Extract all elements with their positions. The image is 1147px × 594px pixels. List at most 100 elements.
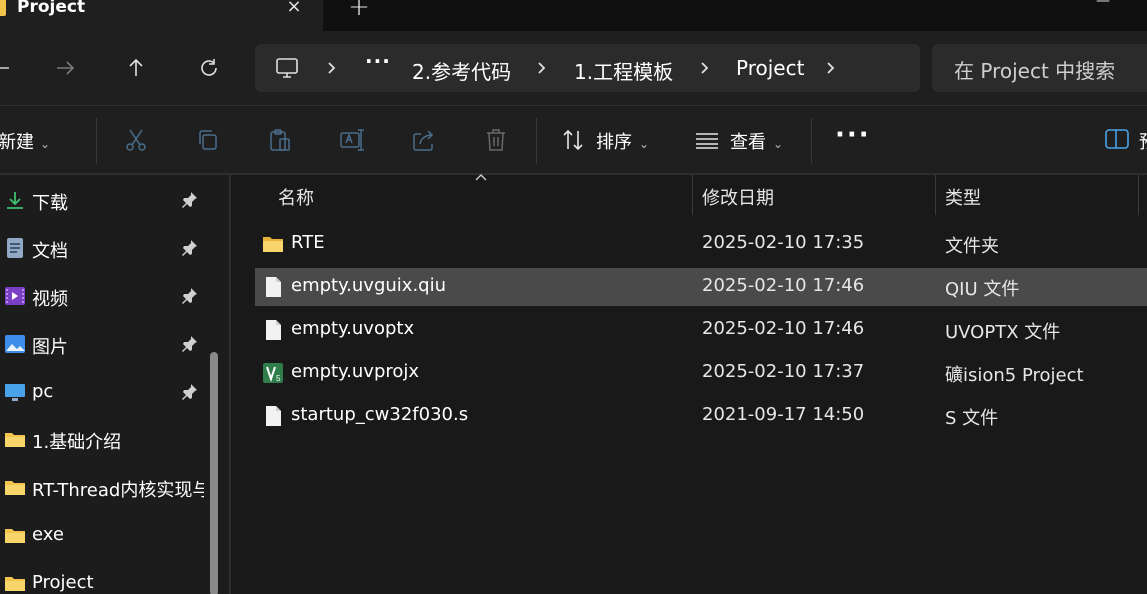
file-icon xyxy=(266,277,281,297)
share-button[interactable] xyxy=(411,127,437,153)
command-bar: 新建 ⌄ 排序 ⌄ 查看 ⌄ ··· 预 xyxy=(0,106,1147,175)
breadcrumb-overflow-button[interactable]: ··· xyxy=(365,49,391,73)
cut-button[interactable] xyxy=(123,127,149,153)
file-date: 2025-02-10 17:46 xyxy=(702,318,865,339)
pin-icon[interactable] xyxy=(180,191,198,209)
video-icon xyxy=(5,287,25,305)
sort-button[interactable]: 排序 ⌄ xyxy=(596,128,649,154)
new-tab-button[interactable]: + xyxy=(347,0,371,20)
file-type: 礦ision5 Project xyxy=(945,365,1084,386)
paste-button[interactable] xyxy=(267,127,293,153)
sidebar-item-pictures[interactable]: 图片 xyxy=(0,322,210,366)
new-button[interactable]: 新建 ⌄ xyxy=(0,128,50,154)
computer-icon xyxy=(276,58,298,78)
delete-button[interactable] xyxy=(483,127,509,153)
rename-button[interactable] xyxy=(339,127,365,153)
sidebar-item-label: 下载 xyxy=(32,193,68,214)
file-name: empty.uvprojx xyxy=(291,361,420,382)
chevron-right-icon xyxy=(328,62,336,74)
column-divider[interactable] xyxy=(935,175,936,215)
document-icon xyxy=(7,238,23,258)
address-bar[interactable]: ··· 2.参考代码 1.工程模板 Project xyxy=(255,44,920,92)
file-name: empty.uvguix.qiu xyxy=(291,275,447,296)
share-icon xyxy=(413,130,434,151)
scissors-icon xyxy=(126,129,146,151)
toolbar-divider xyxy=(811,118,812,164)
search-box[interactable]: 在 Project 中搜索 xyxy=(932,44,1147,92)
file-type: UVOPTX 文件 xyxy=(945,322,1061,343)
file-icon xyxy=(266,320,281,340)
folder-icon xyxy=(5,433,25,447)
minimize-button[interactable]: — xyxy=(1096,0,1116,8)
sidebar-item-label: pc xyxy=(32,381,54,402)
chevron-right-icon xyxy=(538,62,546,74)
close-tab-button[interactable]: × xyxy=(283,0,305,18)
download-icon xyxy=(7,192,23,209)
monitor-icon xyxy=(5,384,25,401)
file-type: S 文件 xyxy=(945,408,999,429)
file-row[interactable]: RTE 2025-02-10 17:35 文件夹 xyxy=(255,225,1147,263)
new-button-label: 新建 xyxy=(0,132,34,153)
file-row[interactable]: startup_cw32f030.s 2021-09-17 14:50 S 文件 xyxy=(255,397,1147,435)
more-options-button[interactable]: ··· xyxy=(835,120,871,150)
file-row[interactable]: empty.uvoptx 2025-02-10 17:46 UVOPTX 文件 xyxy=(255,311,1147,349)
file-row[interactable]: empty.uvguix.qiu 2025-02-10 17:46 QIU 文件 xyxy=(255,268,1147,306)
chevron-down-icon: ⌄ xyxy=(40,137,51,151)
pin-icon[interactable] xyxy=(180,383,198,401)
navigation-pane: 下载 文档 视频 图片 pc 1.基础介绍 RT-Thread内核实现与 exe… xyxy=(0,175,230,594)
folder-icon xyxy=(263,237,283,252)
up-arrow-icon xyxy=(129,58,143,76)
column-divider[interactable] xyxy=(692,175,693,215)
folder-icon xyxy=(0,0,6,16)
breadcrumb-item[interactable]: 2.参考代码 xyxy=(412,56,511,84)
view-button[interactable]: 查看 ⌄ xyxy=(730,128,783,154)
file-icon xyxy=(266,406,281,426)
pin-icon[interactable] xyxy=(180,239,198,257)
column-divider[interactable] xyxy=(1138,175,1139,215)
sidebar-scrollbar[interactable] xyxy=(210,352,218,594)
file-row[interactable]: 5 empty.uvprojx 2025-02-10 17:37 礦ision5… xyxy=(255,354,1147,392)
back-button[interactable] xyxy=(0,53,16,83)
folder-icon xyxy=(5,577,25,591)
chevron-down-icon: ⌄ xyxy=(639,137,650,151)
sidebar-item-label: 视频 xyxy=(32,289,68,310)
sidebar-item-folder[interactable]: 1.基础介绍 xyxy=(0,417,210,461)
sidebar-item-label: 1.基础介绍 xyxy=(32,432,122,453)
rename-icon xyxy=(340,129,364,151)
sidebar-item-downloads[interactable]: 下载 xyxy=(0,178,210,222)
file-date: 2025-02-10 17:37 xyxy=(702,361,865,382)
chevron-right-icon xyxy=(701,62,709,74)
sidebar-item-folder[interactable]: RT-Thread内核实现与 xyxy=(0,465,210,509)
view-icon xyxy=(694,127,720,153)
tab-project[interactable]: Project × xyxy=(0,0,323,31)
sidebar-item-videos[interactable]: 视频 xyxy=(0,274,210,318)
file-name: RTE xyxy=(291,232,325,253)
clipboard-icon xyxy=(270,129,290,151)
copy-button[interactable] xyxy=(195,127,221,153)
breadcrumb-item[interactable]: 1.工程模板 xyxy=(574,56,673,84)
forward-arrow-icon xyxy=(57,61,75,75)
details-pane-icon[interactable] xyxy=(1104,128,1130,150)
sidebar-item-documents[interactable]: 文档 xyxy=(0,226,210,270)
pin-icon[interactable] xyxy=(180,287,198,305)
copy-icon xyxy=(199,130,217,150)
pin-icon[interactable] xyxy=(180,335,198,353)
trash-icon xyxy=(487,129,505,151)
folder-icon xyxy=(5,481,25,495)
toolbar-divider xyxy=(96,118,97,164)
sidebar-item-folder[interactable]: Project xyxy=(0,561,210,594)
sidebar-item-folder[interactable]: exe xyxy=(0,513,210,557)
forward-button[interactable] xyxy=(50,53,80,83)
up-button[interactable] xyxy=(121,53,151,83)
chevron-right-icon xyxy=(827,62,835,74)
column-header-name[interactable]: 名称 xyxy=(278,184,314,210)
sort-ascending-icon xyxy=(475,174,487,181)
sidebar-item-label: Project xyxy=(32,572,94,593)
column-header-type[interactable]: 类型 xyxy=(945,184,981,210)
breadcrumb-current[interactable]: Project xyxy=(736,56,804,82)
column-header-date[interactable]: 修改日期 xyxy=(702,184,774,210)
sidebar-item-pc[interactable]: pc xyxy=(0,370,210,414)
file-type: 文件夹 xyxy=(945,236,999,257)
svg-text:5: 5 xyxy=(276,374,281,383)
refresh-button[interactable] xyxy=(194,53,224,83)
